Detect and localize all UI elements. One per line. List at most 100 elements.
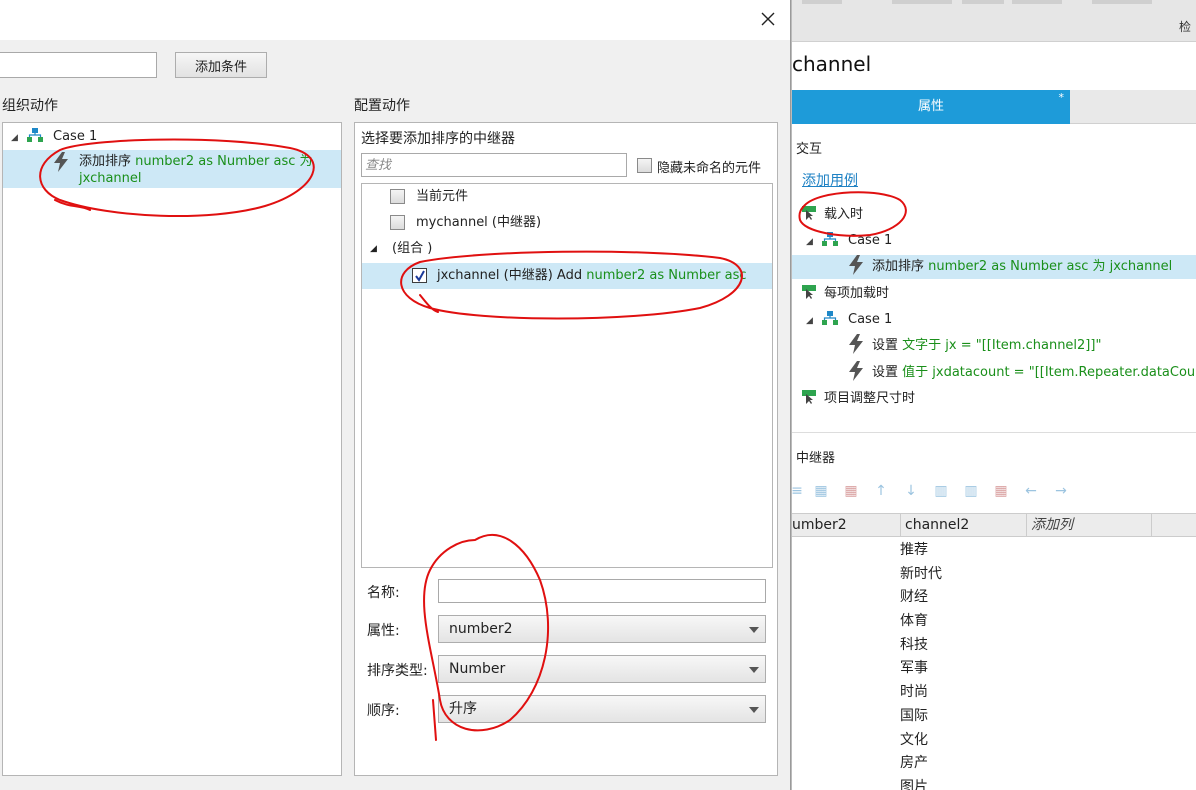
grid-cell[interactable]: 体育 xyxy=(900,609,1020,633)
case-label: Case 1 xyxy=(53,129,98,144)
name-input[interactable] xyxy=(438,579,766,603)
sort-type-select[interactable]: Number xyxy=(438,655,766,683)
repeater-toolbar: ≡ ▦ ▦ ↑ ↓ ▥ ▥ ▦ ← → xyxy=(792,482,1092,502)
inspector-tab-label[interactable]: 检 xyxy=(1179,18,1191,35)
delete-column-icon[interactable]: ▦ xyxy=(992,482,1010,500)
event-on-item-load[interactable]: 每项加载时 xyxy=(802,282,889,306)
condition-input[interactable] xyxy=(0,52,157,78)
insert-row-icon[interactable]: ≡ xyxy=(792,482,806,500)
insert-column-right-icon[interactable]: ▥ xyxy=(962,482,980,500)
tab-properties[interactable]: 属性 * xyxy=(792,90,1070,124)
hide-unnamed-checkbox[interactable] xyxy=(637,158,652,173)
order-label: 顺序: xyxy=(367,703,400,719)
widget-label: jxchannel (中继器) Add number2 as Number as… xyxy=(437,263,747,289)
grid-cell[interactable]: 推荐 xyxy=(900,538,1020,562)
widget-checkbox-checked[interactable] xyxy=(412,268,427,283)
event-label: 载入时 xyxy=(824,207,864,222)
lightning-icon xyxy=(849,255,863,275)
action-row-set-value[interactable]: 设置 值于 jxdatacount = "[[Item.Repeater.dat… xyxy=(848,361,1196,385)
lightning-icon xyxy=(54,152,68,172)
widget-checkbox[interactable] xyxy=(390,189,405,204)
column-header[interactable]: umber2 xyxy=(792,514,901,537)
property-select[interactable]: number2 xyxy=(438,615,766,643)
case-label: Case 1 xyxy=(848,312,893,327)
list-item[interactable]: 当前元件 xyxy=(362,184,772,210)
hide-unnamed-label: 隐藏未命名的元件 xyxy=(657,161,762,176)
action-row-sort-selected[interactable]: 添加排序 number2 as Number asc 为 jxchannel xyxy=(3,150,341,188)
section-repeater-title: 中继器 xyxy=(796,451,836,466)
insert-column-left-icon[interactable]: ▥ xyxy=(932,482,950,500)
grid-cell[interactable]: 科技 xyxy=(900,633,1020,657)
toolbar-strip xyxy=(1012,0,1062,4)
insert-row-above-icon[interactable]: ▦ xyxy=(812,482,830,500)
move-left-icon[interactable]: ← xyxy=(1022,482,1040,500)
event-on-item-resize[interactable]: 项目调整尺寸时 xyxy=(802,387,915,411)
repeater-grid-body: 推荐 新时代 财经 体育 科技 军事 时尚 国际 文化 房产 图片 xyxy=(900,538,1020,790)
case-icon xyxy=(822,311,838,325)
group-row[interactable]: ◢ (组合 ) xyxy=(362,236,772,262)
chevron-down-icon xyxy=(749,667,759,673)
delete-row-icon[interactable]: ▦ xyxy=(842,482,860,500)
grid-cell[interactable]: 图片 xyxy=(900,775,1020,790)
checkmark-icon xyxy=(415,270,425,282)
widget-label: 当前元件 xyxy=(416,189,469,204)
action-text: 添加排序 number2 as Number asc 为 jxchannel xyxy=(79,153,313,187)
pick-repeater-title: 选择要添加排序的中继器 xyxy=(361,131,515,147)
grid-cell[interactable]: 军事 xyxy=(900,656,1020,680)
column-header[interactable]: channel2 xyxy=(901,514,1027,537)
organize-actions-panel: ◢ Case 1 添加排序 number2 as Number asc 为 jx… xyxy=(2,122,342,776)
action-detail: 值于 jxdatacount = "[[Item.Repeater.dataCo… xyxy=(902,365,1196,380)
sort-type-value: Number xyxy=(449,661,506,677)
action-detail: number2 as Number asc 为 jxchannel xyxy=(928,259,1173,274)
order-select[interactable]: 升序 xyxy=(438,695,766,723)
case-row[interactable]: ◢ Case 1 xyxy=(11,125,97,149)
grid-cell[interactable]: 时尚 xyxy=(900,680,1020,704)
expand-triangle-icon[interactable]: ◢ xyxy=(806,230,814,254)
grid-cell[interactable]: 新时代 xyxy=(900,562,1020,586)
close-icon[interactable] xyxy=(758,9,778,29)
add-usecase-link[interactable]: 添加用例 xyxy=(802,170,858,190)
add-column-header[interactable]: 添加列 xyxy=(1027,514,1152,537)
repeater-grid-header: umber2 channel2 添加列 xyxy=(792,513,1196,537)
list-item-selected[interactable]: jxchannel (中继器) Add number2 as Number as… xyxy=(362,263,772,289)
organize-actions-heading: 组织动作 xyxy=(2,98,58,114)
toolbar-strip xyxy=(1092,0,1152,4)
expand-triangle-icon[interactable]: ◢ xyxy=(370,236,377,262)
case-label: Case 1 xyxy=(848,233,893,248)
widget-label: mychannel (中继器) xyxy=(416,215,542,230)
case-row[interactable]: ◢ Case 1 xyxy=(806,308,892,332)
toolbar-strip xyxy=(802,0,842,4)
list-item[interactable]: mychannel (中继器) xyxy=(362,210,772,236)
widget-checkbox[interactable] xyxy=(390,215,405,230)
action-prefix: 添加排序 xyxy=(872,259,925,274)
move-right-icon[interactable]: → xyxy=(1052,482,1070,500)
name-label: 名称: xyxy=(367,585,400,601)
add-condition-button[interactable]: 添加条件 xyxy=(175,52,267,78)
action-row-sort[interactable]: 添加排序 number2 as Number asc 为 jxchannel xyxy=(792,255,1196,279)
case-row[interactable]: ◢ Case 1 xyxy=(806,229,892,253)
action-row-set-text[interactable]: 设置 文字于 jx = "[[Item.channel2]]" xyxy=(848,334,1101,358)
toolbar-strip xyxy=(962,0,1004,4)
sort-type-label: 排序类型: xyxy=(367,663,428,679)
grid-cell[interactable]: 财经 xyxy=(900,585,1020,609)
expand-triangle-icon[interactable]: ◢ xyxy=(11,126,19,150)
grid-cell[interactable]: 文化 xyxy=(900,728,1020,752)
move-down-icon[interactable]: ↓ xyxy=(902,482,920,500)
grid-cell[interactable]: 房产 xyxy=(900,751,1020,775)
expand-triangle-icon[interactable]: ◢ xyxy=(806,309,814,333)
configure-actions-heading: 配置动作 xyxy=(354,98,410,114)
inspector-tabs: 属性 * xyxy=(792,90,1196,124)
move-up-icon[interactable]: ↑ xyxy=(872,482,890,500)
event-icon xyxy=(802,390,816,404)
event-on-load[interactable]: 载入时 xyxy=(802,203,863,227)
chevron-down-icon xyxy=(749,627,759,633)
event-icon xyxy=(802,206,816,220)
grid-cell[interactable]: 国际 xyxy=(900,704,1020,728)
section-interaction-title: 交互 xyxy=(796,142,823,157)
dialog-titlebar xyxy=(0,0,790,40)
group-label: (组合 ) xyxy=(392,241,433,256)
search-input[interactable] xyxy=(361,153,627,177)
widget-list: 当前元件 mychannel (中继器) ◢ (组合 ) jxchannel (… xyxy=(361,183,773,568)
event-label: 项目调整尺寸时 xyxy=(824,391,916,406)
event-icon xyxy=(802,285,816,299)
